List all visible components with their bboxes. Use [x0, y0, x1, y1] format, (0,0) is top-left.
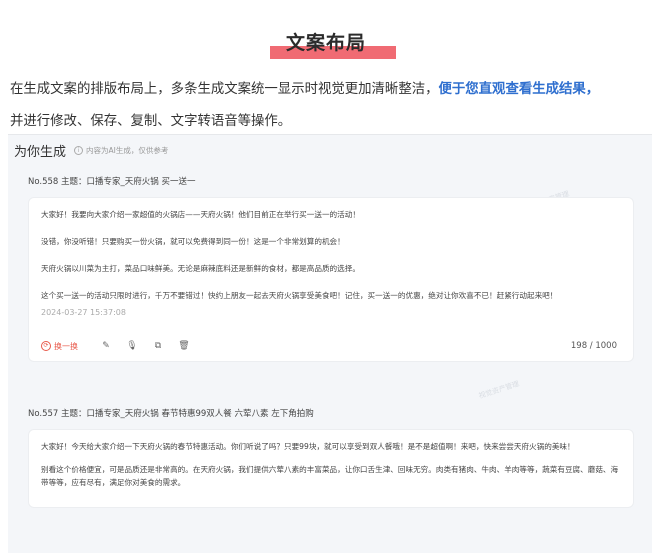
- title-block: 文案布局: [0, 28, 652, 55]
- trash-icon[interactable]: 🗑: [178, 340, 190, 352]
- copy-paragraph: 没错，你没听错！只要购买一份火锅，就可以免费得到同一份！这是一个非常划算的机会！: [41, 237, 345, 246]
- action-bar: ⟳ 换一换 ✎ 🎙 ⧉ 🗑 198 / 1000: [41, 339, 623, 353]
- refresh-icon: ⟳: [41, 341, 51, 351]
- page-title: 文案布局: [285, 32, 366, 54]
- copy-card[interactable]: 大家好！我要向大家介绍一家超值的火锅店——天府火锅！他们目前正在举行买一送一的活…: [28, 197, 634, 362]
- generation-panel: 为你生成 i 内容为AI生成，仅供参考 视觉资产管理 视觉资产管理 视觉资产管理…: [8, 134, 652, 553]
- copy-card[interactable]: 大家好！今天给大家介绍一下天府火锅的春节特惠活动。你们听说了吗？只要99块，就可…: [28, 429, 634, 508]
- intro-text: 在生成文案的排版布局上，多条生成文案统一显示时视觉更加清晰整洁，便于您直观查看生…: [10, 74, 650, 138]
- copy-paragraph: 大家好！今天给大家介绍一下天府火锅的春节特惠活动。你们听说了吗？只要99块，就可…: [41, 442, 575, 451]
- panel-note-text: 内容为AI生成，仅供参考: [86, 146, 169, 155]
- edit-icon[interactable]: ✎: [100, 340, 112, 352]
- intro-text-after: 并进行修改、保存、复制、文字转语音等操作。: [10, 114, 292, 129]
- record-header: No.557 主题：口播专家_天府火锅 春节特惠99双人餐 六荤八素 左下角拍购: [28, 409, 314, 419]
- copy-paragraph: 大家好！我要向大家介绍一家超值的火锅店——天府火锅！他们目前正在举行买一送一的活…: [41, 210, 360, 219]
- watermark: 视觉资产管理: [477, 379, 521, 401]
- panel-note: i 内容为AI生成，仅供参考: [74, 145, 168, 156]
- microphone-icon[interactable]: 🎙: [126, 340, 138, 352]
- record-item: No.558 主题：口播专家_天府火锅 买一送一 大家好！我要向大家介绍一家超值…: [18, 175, 642, 362]
- panel-title: 为你生成: [14, 145, 67, 160]
- record-item: No.557 主题：口播专家_天府火锅 春节特惠99双人餐 六荤八素 左下角拍购…: [18, 407, 642, 508]
- intro-highlight: 便于您直观查看生成结果，: [438, 82, 600, 97]
- regenerate-button[interactable]: ⟳ 换一换: [41, 341, 78, 352]
- char-count: 198 / 1000: [570, 341, 617, 351]
- intro-text-before: 在生成文案的排版布局上，多条生成文案统一显示时视觉更加清晰整洁，: [10, 82, 439, 97]
- copy-icon[interactable]: ⧉: [152, 340, 164, 352]
- regenerate-label: 换一换: [54, 341, 78, 351]
- copy-paragraph: 别看这个价格便宜，可是品质还是非常高的。在天府火锅，我们提供六荤八素的丰富菜品，…: [41, 465, 619, 487]
- copy-paragraph: 天府火锅以川菜为主打，菜品口味鲜美。无论是麻辣底料还是新鲜的食材，都是高品质的选…: [41, 264, 360, 273]
- panel-header: 为你生成 i 内容为AI生成，仅供参考: [14, 141, 168, 160]
- copy-paragraph: 这个买一送一的活动只限时进行，千万不要错过！快约上朋友一起去天府火锅享受美食吧！…: [41, 291, 558, 300]
- record-header: No.558 主题：口播专家_天府火锅 买一送一: [28, 177, 196, 187]
- info-icon: i: [74, 146, 84, 155]
- record-timestamp: 2024-03-27 15:37:08: [41, 308, 126, 317]
